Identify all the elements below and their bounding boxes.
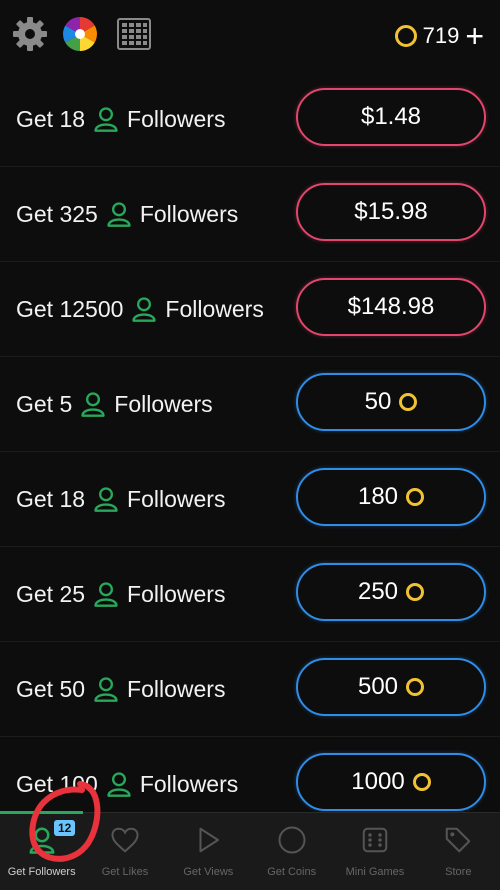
coin-icon bbox=[406, 583, 425, 601]
offer-label: Get 12500 Followers bbox=[16, 262, 264, 356]
person-icon bbox=[79, 390, 107, 418]
person-icon bbox=[27, 825, 57, 860]
coin-icon bbox=[412, 773, 431, 791]
person-icon bbox=[92, 580, 120, 608]
coin-icon bbox=[277, 825, 307, 860]
tab-label: Mini Games bbox=[345, 866, 405, 878]
notification-badge: 12 bbox=[54, 820, 76, 836]
buy-button[interactable]: 50 bbox=[296, 373, 486, 431]
gear-icon[interactable] bbox=[10, 14, 50, 54]
coin-icon bbox=[406, 488, 425, 506]
offer-row: Get 5 Followers 50 bbox=[0, 357, 500, 452]
offer-label: Get 325 Followers bbox=[16, 167, 238, 261]
tag-icon bbox=[443, 825, 473, 860]
offer-amount: Get 325 bbox=[16, 200, 98, 227]
price-label: 250 bbox=[357, 578, 399, 605]
tab-label: Get Coins bbox=[267, 866, 317, 878]
offer-row: Get 12500 Followers $148.98 bbox=[0, 262, 500, 357]
tab-get-likes[interactable]: Get Likes bbox=[83, 813, 166, 890]
offer-row: Get 50 Followers 500 bbox=[0, 642, 500, 737]
offer-list: Get 18 Followers $1.48 Get 325 Followers $15.… bbox=[0, 72, 500, 832]
top-bar: 719 + bbox=[0, 0, 500, 72]
tab-label: Get Views bbox=[183, 866, 234, 878]
grid-icon[interactable] bbox=[114, 14, 154, 54]
offer-followers-text: Followers bbox=[127, 675, 226, 702]
play-icon bbox=[193, 825, 223, 860]
price-label: 1000 bbox=[351, 768, 405, 795]
buy-button[interactable]: $1.48 bbox=[296, 88, 486, 146]
tab-label: Get Followers bbox=[7, 866, 76, 878]
tab-label: Store bbox=[445, 866, 472, 878]
offer-label: Get 18 Followers bbox=[16, 452, 225, 546]
coin-icon bbox=[399, 393, 418, 411]
offer-label: Get 5 Followers bbox=[16, 357, 213, 451]
buy-button[interactable]: $15.98 bbox=[296, 183, 486, 241]
person-icon bbox=[105, 770, 133, 798]
person-icon bbox=[92, 485, 120, 513]
buy-button[interactable]: $148.98 bbox=[296, 278, 486, 336]
person-icon bbox=[105, 200, 133, 228]
person-icon bbox=[92, 675, 120, 703]
person-icon bbox=[92, 105, 120, 133]
offer-row: Get 18 Followers 180 bbox=[0, 452, 500, 547]
plus-icon[interactable]: + bbox=[465, 20, 484, 52]
offer-label: Get 18 Followers bbox=[16, 72, 225, 166]
tab-label: Get Likes bbox=[101, 866, 149, 878]
coin-balance[interactable]: 719 + bbox=[394, 18, 484, 54]
offer-row: Get 18 Followers $1.48 bbox=[0, 72, 500, 167]
tab-get-coins[interactable]: Get Coins bbox=[250, 813, 333, 890]
price-label: $1.48 bbox=[360, 103, 422, 130]
offer-label: Get 50 Followers bbox=[16, 642, 225, 736]
buy-button[interactable]: 250 bbox=[296, 563, 486, 621]
tab-mini-games[interactable]: Mini Games bbox=[333, 813, 416, 890]
price-label: $15.98 bbox=[354, 198, 428, 225]
person-icon bbox=[130, 295, 158, 323]
coin-icon bbox=[406, 678, 425, 696]
coin-icon bbox=[394, 25, 417, 47]
offer-amount: Get 25 bbox=[16, 580, 86, 607]
offer-label: Get 25 Followers bbox=[16, 547, 225, 641]
offer-amount: Get 12500 bbox=[16, 295, 124, 322]
tab-get-views[interactable]: Get Views bbox=[167, 813, 250, 890]
offer-amount: Get 18 bbox=[16, 105, 86, 132]
offer-amount: Get 5 bbox=[16, 390, 73, 417]
offer-followers-text: Followers bbox=[127, 105, 226, 132]
buy-button[interactable]: 1000 bbox=[296, 753, 486, 811]
offer-followers-text: Followers bbox=[165, 295, 264, 322]
coin-count: 719 bbox=[422, 23, 460, 48]
tab-bar: 12 Get Followers Get Likes Get Views Get Coi… bbox=[0, 811, 500, 890]
offer-amount: Get 18 bbox=[16, 485, 86, 512]
price-label: 180 bbox=[357, 483, 399, 510]
offer-followers-text: Followers bbox=[139, 200, 239, 227]
buy-button[interactable]: 500 bbox=[296, 658, 486, 716]
tab-store[interactable]: Store bbox=[417, 813, 500, 890]
offer-amount: Get 100 bbox=[16, 770, 98, 797]
price-label: $148.98 bbox=[347, 293, 435, 320]
price-label: 500 bbox=[357, 673, 399, 700]
offer-amount: Get 50 bbox=[16, 675, 86, 702]
color-wheel-icon[interactable] bbox=[60, 14, 100, 54]
buy-button[interactable]: 180 bbox=[296, 468, 486, 526]
price-label: 50 bbox=[364, 388, 392, 415]
tab-get-followers[interactable]: 12 Get Followers bbox=[0, 811, 84, 890]
offer-followers-text: Followers bbox=[127, 580, 226, 607]
dice-icon bbox=[360, 825, 390, 860]
offer-followers-text: Followers bbox=[139, 770, 239, 797]
offer-row: Get 325 Followers $15.98 bbox=[0, 167, 500, 262]
offer-row: Get 25 Followers 250 bbox=[0, 547, 500, 642]
heart-icon bbox=[110, 825, 140, 860]
offer-followers-text: Followers bbox=[127, 485, 226, 512]
offer-followers-text: Followers bbox=[114, 390, 213, 417]
